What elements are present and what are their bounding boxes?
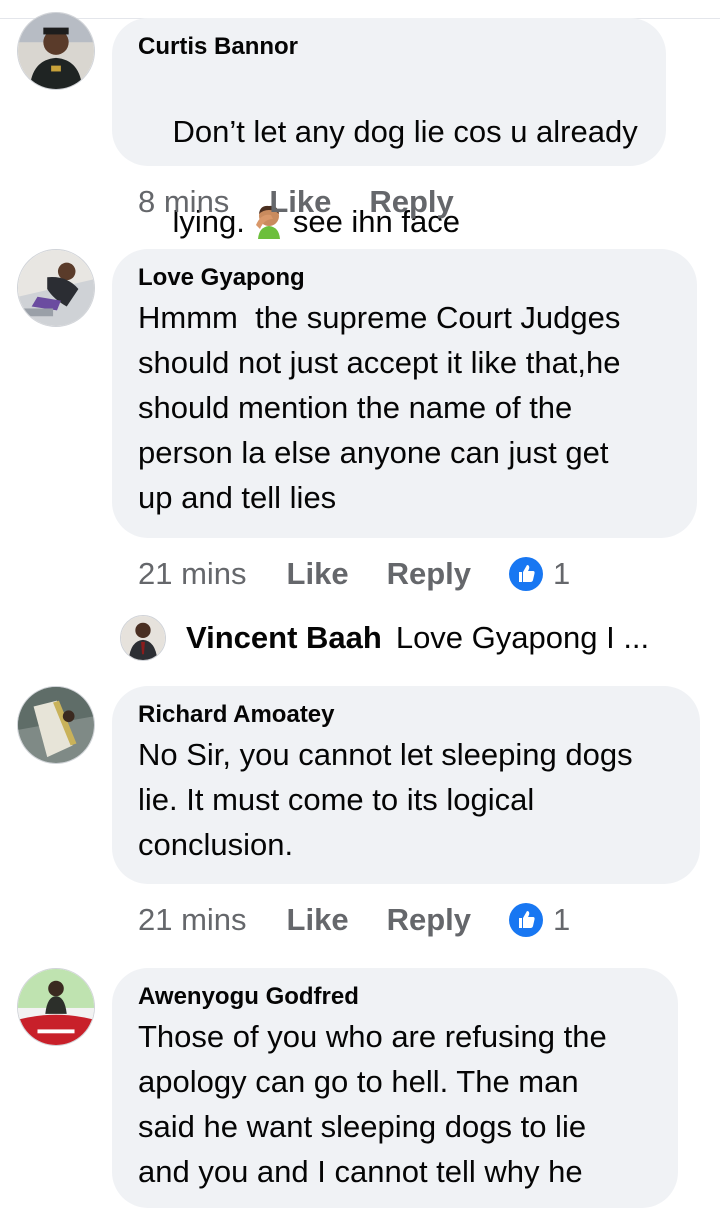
comment-bubble: Curtis Bannor Don’t let any dog lie cos … <box>112 18 666 239</box>
avatar-vincent-baah[interactable] <box>120 615 166 661</box>
thumbs-up-icon <box>509 557 543 591</box>
reply-button[interactable]: Reply <box>369 184 453 220</box>
avatar-love-gyapong[interactable] <box>17 249 95 327</box>
comment-actions: 21 mins Like Reply 1 <box>138 900 570 940</box>
avatar-awenyogu-godfred[interactable] <box>17 968 95 1046</box>
reply-author[interactable]: Vincent Baah <box>186 620 382 656</box>
reaction-count: 1 <box>553 556 571 591</box>
reaction-count: 1 <box>553 902 571 937</box>
reply-snippet: Love Gyapong I ... <box>395 620 650 655</box>
comment-author[interactable]: Love Gyapong <box>138 263 671 293</box>
reaction-summary[interactable]: 1 <box>509 556 570 592</box>
like-button[interactable]: Like <box>287 902 349 938</box>
comment-timestamp: 21 mins <box>138 902 247 937</box>
like-button[interactable]: Like <box>287 556 349 592</box>
like-button[interactable]: Like <box>269 184 331 220</box>
comment-text: Those of you who are refusing the apolog… <box>138 1019 607 1189</box>
comment-actions: 8 mins Like Reply <box>138 182 492 222</box>
comment-text: Hmmm the supreme Court Judges should not… <box>138 300 621 515</box>
comment-timestamp: 21 mins <box>138 556 247 591</box>
avatar-curtis-bannor[interactable] <box>17 12 95 90</box>
comment-bubble: Richard Amoatey No Sir, you cannot let s… <box>112 686 700 884</box>
reaction-summary[interactable]: 1 <box>509 902 570 938</box>
comment-actions: 21 mins Like Reply 1 <box>138 554 570 594</box>
comment-text-line: Don’t let any dog lie cos u already <box>172 114 638 149</box>
avatar-richard-amoatey[interactable] <box>17 686 95 764</box>
comment-author[interactable]: Richard Amoatey <box>138 700 674 730</box>
reply-preview[interactable]: Vincent Baah Love Gyapong I ... <box>120 614 649 662</box>
reply-button[interactable]: Reply <box>387 556 471 592</box>
comment-timestamp: 8 mins <box>138 184 230 219</box>
comment-author[interactable]: Awenyogu Godfred <box>138 982 652 1012</box>
comment-text: No Sir, you cannot let sleeping dogs lie… <box>138 737 633 862</box>
comment-author[interactable]: Curtis Bannor <box>138 32 640 62</box>
comment-bubble: Love Gyapong Hmmm the supreme Court Judg… <box>112 249 697 538</box>
thumbs-up-icon <box>509 903 543 937</box>
comment-bubble: Awenyogu Godfred Those of you who are re… <box>112 968 678 1208</box>
reply-button[interactable]: Reply <box>387 902 471 938</box>
